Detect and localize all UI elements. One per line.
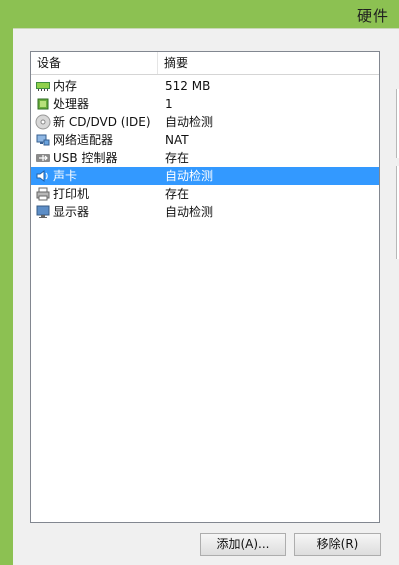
sound-card-icon bbox=[35, 168, 51, 184]
hardware-list[interactable]: 设备 摘要 内存 512 MB 处理器 1 新 CD/DVD (IDE) 自动检… bbox=[30, 51, 380, 523]
column-header-device[interactable]: 设备 bbox=[31, 52, 158, 74]
window-title: 硬件 bbox=[356, 7, 389, 25]
device-summary: 存在 bbox=[165, 187, 190, 201]
hardware-rows: 内存 512 MB 处理器 1 新 CD/DVD (IDE) 自动检测 网络适配… bbox=[31, 77, 379, 221]
usb-icon bbox=[35, 150, 51, 166]
device-summary: NAT bbox=[165, 133, 189, 147]
hardware-row-memory[interactable]: 内存 512 MB bbox=[31, 77, 379, 95]
device-summary: 自动检测 bbox=[165, 115, 214, 129]
device-summary: 自动检测 bbox=[165, 169, 214, 183]
memory-icon bbox=[35, 78, 51, 94]
hardware-panel: 设备 摘要 内存 512 MB 处理器 1 新 CD/DVD (IDE) 自动检… bbox=[13, 28, 399, 565]
add-button[interactable]: 添加(A)... bbox=[200, 533, 286, 556]
device-summary: 512 MB bbox=[165, 79, 211, 93]
device-name: 显示器 bbox=[53, 205, 90, 219]
device-name: 打印机 bbox=[53, 187, 90, 201]
remove-button[interactable]: 移除(R) bbox=[294, 533, 381, 556]
processor-icon bbox=[35, 96, 51, 112]
display-icon bbox=[35, 204, 51, 220]
hardware-row-processor[interactable]: 处理器 1 bbox=[31, 95, 379, 113]
hardware-row-cd-dvd[interactable]: 新 CD/DVD (IDE) 自动检测 bbox=[31, 113, 379, 131]
window-title-bar: 硬件 bbox=[13, 0, 399, 28]
device-name: 内存 bbox=[53, 79, 78, 93]
hardware-row-usb-controller[interactable]: USB 控制器 存在 bbox=[31, 149, 379, 167]
device-summary: 存在 bbox=[165, 151, 190, 165]
printer-icon bbox=[35, 186, 51, 202]
device-name: 新 CD/DVD (IDE) bbox=[53, 115, 151, 129]
device-name: USB 控制器 bbox=[53, 151, 118, 165]
hardware-row-network-adapter[interactable]: 网络适配器 NAT bbox=[31, 131, 379, 149]
column-header-summary[interactable]: 摘要 bbox=[158, 52, 379, 74]
device-name: 网络适配器 bbox=[53, 133, 114, 147]
cd-dvd-icon bbox=[35, 114, 51, 130]
device-summary: 1 bbox=[165, 97, 173, 111]
network-adapter-icon bbox=[35, 132, 51, 148]
hardware-row-sound-card[interactable]: 声卡 自动检测 bbox=[31, 167, 379, 185]
device-name: 声卡 bbox=[53, 169, 78, 183]
app-root: 硬件 设备 摘要 内存 512 MB 处理器 1 新 CD/DVD (IDE) … bbox=[0, 0, 399, 565]
device-name: 处理器 bbox=[53, 97, 90, 111]
device-summary: 自动检测 bbox=[165, 205, 214, 219]
hardware-row-display[interactable]: 显示器 自动检测 bbox=[31, 203, 379, 221]
list-header: 设备 摘要 bbox=[31, 52, 379, 75]
hardware-row-printer[interactable]: 打印机 存在 bbox=[31, 185, 379, 203]
hardware-window: 硬件 设备 摘要 内存 512 MB 处理器 1 新 CD/DVD (IDE) … bbox=[13, 0, 399, 565]
